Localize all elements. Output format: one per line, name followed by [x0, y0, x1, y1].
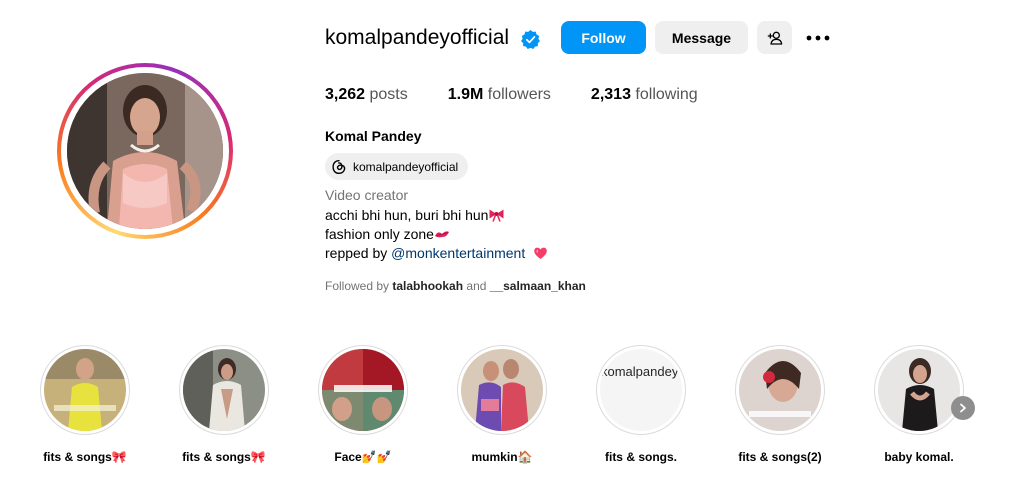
profile-category: Video creator [325, 187, 409, 203]
threads-handle: komalpandeyofficial [353, 159, 459, 174]
followers-label: followers [487, 86, 551, 103]
followed-by-user-2: __salmaan_khan [489, 279, 586, 293]
highlights-next-button[interactable] [951, 396, 975, 420]
highlight-cover-ring [735, 345, 825, 435]
highlight-item[interactable]: mumkin🏠 [442, 345, 562, 464]
threads-icon [332, 159, 346, 174]
followed-by-user-1: talabhookah [392, 279, 464, 293]
profile-avatar [67, 73, 223, 229]
highlight-cover-image [461, 349, 543, 431]
highlight-label: fits & songs(2) [738, 450, 822, 464]
posts-label: posts [369, 86, 408, 103]
more-options-icon [806, 35, 830, 41]
message-button[interactable]: Message [655, 21, 748, 54]
posts-count: 3,262 [325, 86, 366, 103]
highlight-item[interactable]: fits & songs🎀 [25, 345, 145, 464]
followers-count: 1.9M [447, 86, 484, 103]
highlight-label: fits & songs. [604, 450, 677, 464]
chevron-right-icon [960, 403, 966, 413]
highlight-label: fits & songs🎀 [182, 450, 266, 464]
highlight-label: fits & songs🎀 [43, 450, 127, 464]
highlight-cover-ring [318, 345, 408, 435]
profile-username: komalpandeyofficial [325, 26, 510, 49]
highlight-label: mumkin🏠 [471, 450, 533, 464]
following-label: following [635, 86, 698, 103]
profile-avatar-ring[interactable] [57, 63, 233, 239]
posts-stat: 3,262 posts [325, 86, 408, 104]
highlight-cover-ring [457, 345, 547, 435]
highlight-cover-image [322, 349, 404, 431]
monkentertainment-link[interactable]: @monkentertainment [391, 245, 525, 261]
highlight-cover-image [183, 349, 265, 431]
highlight-item[interactable]: komalpandeyofficial's highlight story pi… [581, 345, 701, 464]
followed-by-prefix: Followed by [325, 279, 393, 293]
suggested-users-button[interactable] [757, 21, 792, 54]
followed-by-and: and [463, 279, 490, 293]
add-user-icon [767, 31, 782, 45]
verified-badge-icon [521, 30, 540, 49]
heart-icon [534, 247, 547, 259]
highlight-label: Face💅💅 [334, 450, 392, 464]
bio-line-1: acchi bhi hun, buri bhi hun [325, 207, 505, 223]
profile-full-name: Komal Pandey [325, 128, 422, 144]
threads-link-chip[interactable]: komalpandeyofficial [325, 153, 469, 180]
following-count: 2,313 [590, 86, 631, 103]
avatar-photo-illustration [67, 73, 223, 229]
ribbon-bow-icon [489, 209, 504, 222]
highlight-cover-broken-image: komalpandeyofficial's highlight story pi… [600, 349, 682, 431]
following-stat[interactable]: 2,313 following [591, 86, 698, 104]
more-options-button[interactable] [804, 26, 832, 50]
highlight-item[interactable]: fits & songs🎀 [164, 345, 284, 464]
bio-line-2: fashion only zone [325, 226, 450, 242]
highlight-cover-image [878, 349, 960, 431]
followed-by[interactable]: Followed by talabhookah and __salmaan_kh… [325, 279, 586, 293]
highlight-item[interactable]: fits & songs(2) [720, 345, 840, 464]
profile-stats: 3,262 posts 1.9M followers 2,313 followi… [325, 86, 738, 104]
follow-button[interactable]: Follow [561, 21, 646, 54]
highlight-cover-ring [179, 345, 269, 435]
highlight-label: baby komal. [884, 450, 954, 464]
bio-line-1-text: acchi bhi hun, buri bhi hun [325, 207, 489, 223]
followers-stat[interactable]: 1.9M followers [448, 86, 551, 104]
highlight-cover-image [739, 349, 821, 431]
bio-line-2-text: fashion only zone [325, 226, 434, 242]
highlight-cover-image [44, 349, 126, 431]
highlight-cover-ring [874, 345, 964, 435]
highlight-cover-ring [40, 345, 130, 435]
bio-line-3-prefix: repped by [325, 245, 392, 261]
kiss-mark-icon [434, 231, 449, 238]
highlight-item[interactable]: Face💅💅 [303, 345, 423, 464]
bio-line-3: repped by @monkentertainment [325, 245, 548, 261]
highlight-cover-ring: komalpandeyofficial's highlight story pi… [596, 345, 686, 435]
